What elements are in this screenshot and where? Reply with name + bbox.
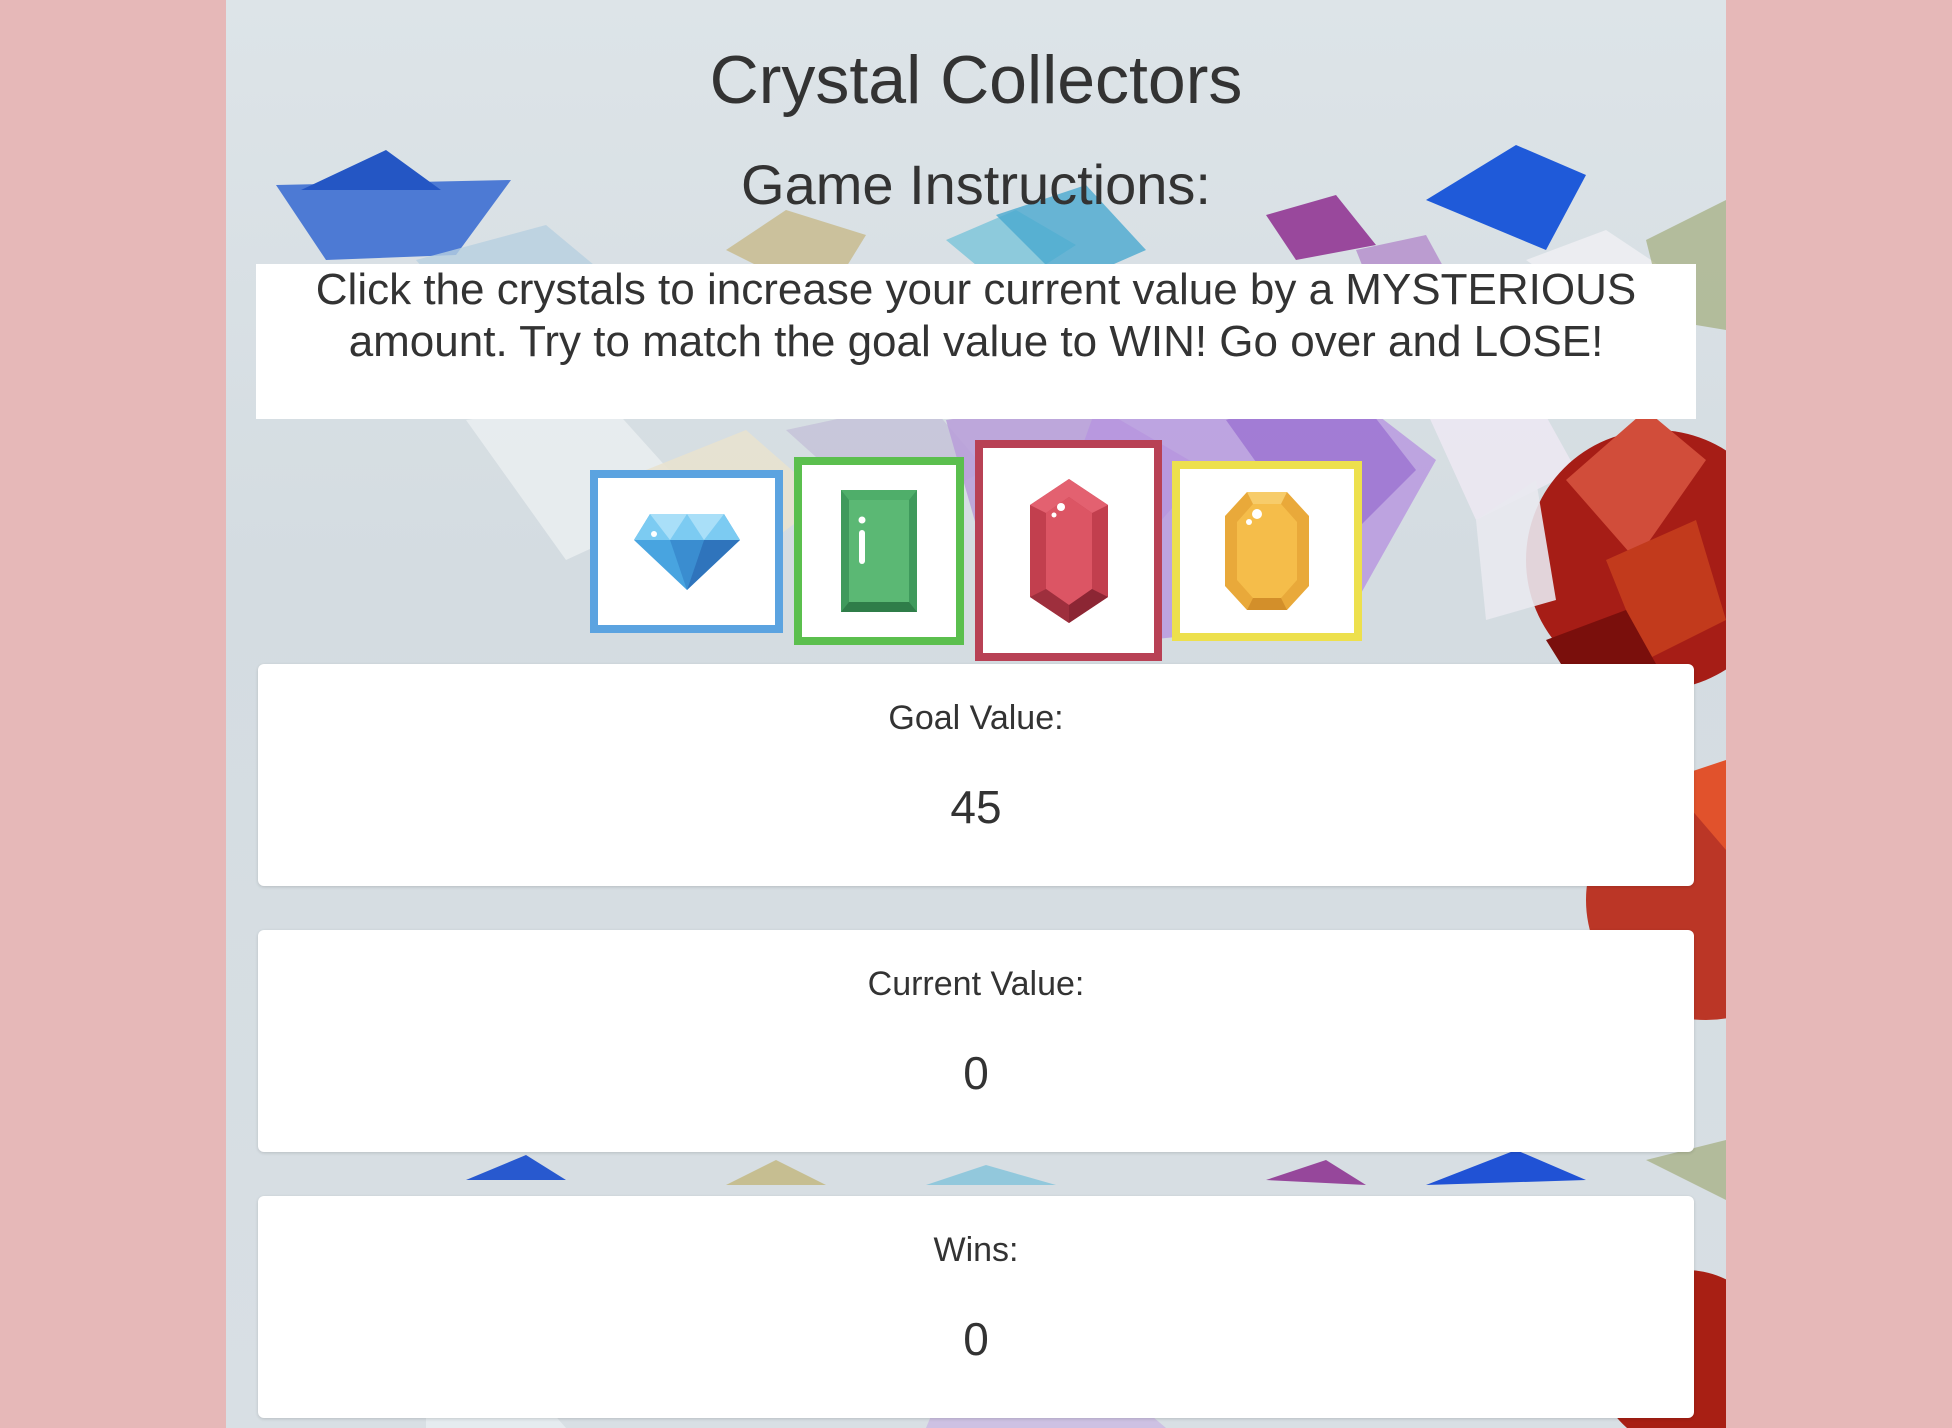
- game-container: Crystal Collectors Game Instructions: Cl…: [226, 0, 1726, 1428]
- wins-label: Wins:: [933, 1231, 1019, 1269]
- blue-diamond-crystal-button[interactable]: [590, 470, 783, 633]
- wins-panel: Wins: 0: [258, 1196, 1694, 1418]
- diamond-icon: [633, 513, 740, 590]
- instructions-box: Click the crystals to increase your curr…: [256, 264, 1696, 419]
- ruby-icon: [1029, 478, 1108, 623]
- emerald-icon: [841, 490, 917, 612]
- red-ruby-crystal-button[interactable]: [975, 440, 1162, 661]
- goal-value-panel: Goal Value: 45: [258, 664, 1694, 886]
- page-title: Crystal Collectors: [709, 42, 1243, 118]
- goal-value-number: 45: [950, 781, 1002, 833]
- current-value-panel: Current Value: 0: [258, 930, 1694, 1152]
- current-value-number: 0: [963, 1047, 989, 1099]
- current-value-label: Current Value:: [867, 965, 1085, 1003]
- topaz-icon: [1225, 492, 1309, 610]
- instructions-text: Click the crystals to increase your curr…: [315, 265, 1637, 366]
- wins-number: 0: [963, 1313, 989, 1365]
- yellow-topaz-crystal-button[interactable]: [1172, 461, 1362, 641]
- goal-value-label: Goal Value:: [888, 699, 1064, 737]
- instructions-heading: Game Instructions:: [741, 153, 1211, 216]
- green-emerald-crystal-button[interactable]: [794, 457, 964, 645]
- game-content: Crystal Collectors Game Instructions: Cl…: [226, 0, 1726, 1428]
